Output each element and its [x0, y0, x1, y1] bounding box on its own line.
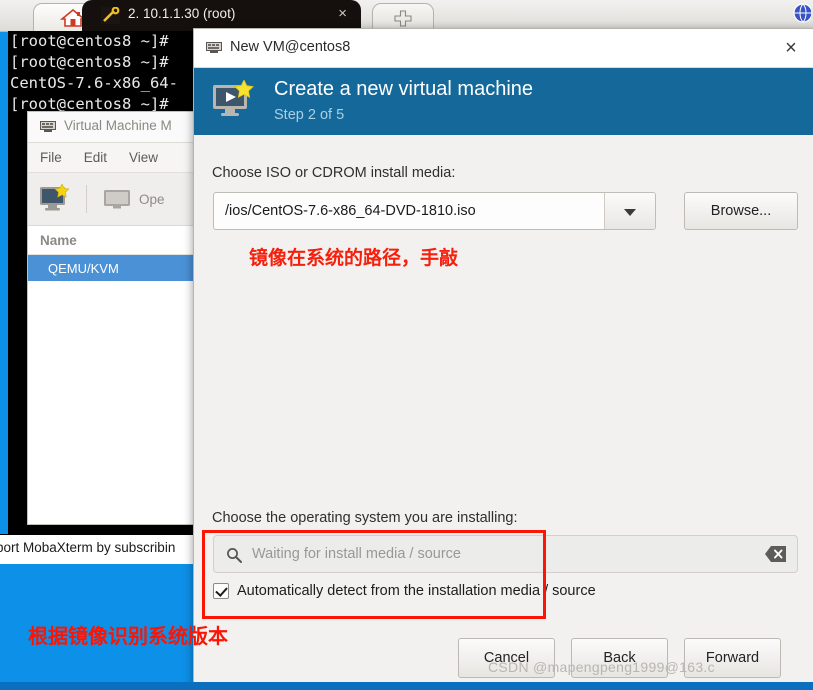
tab-add-session[interactable]	[372, 3, 434, 31]
menu-item-view[interactable]: View	[129, 150, 158, 165]
close-icon[interactable]: ×	[778, 35, 804, 61]
dialog-body: Choose ISO or CDROM install media: /ios/…	[194, 135, 813, 685]
auto-detect-label: Automatically detect from the installati…	[237, 583, 596, 599]
virt-manager-icon	[206, 42, 222, 53]
terminal-line: [root@centos8 ~]#	[10, 32, 169, 50]
virt-manager-window[interactable]: Virtual Machine M File Edit View Ope Nam…	[27, 111, 204, 525]
os-search-placeholder: Waiting for install media / source	[252, 546, 461, 562]
dialog-title: New VM@centos8	[230, 39, 351, 55]
virt-manager-titlebar: Virtual Machine M	[28, 112, 203, 143]
search-icon	[227, 548, 242, 563]
mobaxterm-status-text: port MobaXterm by subscribin	[0, 540, 176, 555]
dialog-banner: Create a new virtual machine Step 2 of 5	[194, 68, 813, 135]
clear-icon[interactable]	[765, 545, 787, 563]
os-label: Choose the operating system you are inst…	[212, 510, 518, 526]
virt-manager-icon	[40, 121, 56, 132]
iso-path-value: /ios/CentOS-7.6-x86_64-DVD-1810.iso	[225, 203, 476, 219]
new-vm-dialog[interactable]: New VM@centos8 × Create a new virtual ma…	[193, 28, 813, 686]
chevron-down-icon[interactable]	[604, 193, 655, 229]
watermark: CSDN @mapengpeng1999@163.c	[488, 659, 715, 675]
vm-list-body	[28, 281, 203, 524]
desktop-bottom-bar	[0, 682, 813, 690]
dialog-titlebar: New VM@centos8 ×	[194, 29, 813, 68]
mobaxterm-status-strip: port MobaXterm by subscribin	[0, 534, 197, 564]
os-search-input[interactable]: Waiting for install media / source	[213, 535, 798, 573]
iso-label: Choose ISO or CDROM install media:	[212, 165, 456, 181]
auto-detect-checkbox[interactable]: Automatically detect from the installati…	[213, 583, 596, 599]
dialog-button-row: Cancel Back Forward	[194, 630, 813, 685]
new-vm-icon[interactable]	[38, 184, 72, 214]
checkbox-box[interactable]	[213, 583, 229, 599]
vm-list-row[interactable]: QEMU/KVM	[28, 255, 203, 281]
tab-close-icon[interactable]: ×	[338, 4, 347, 24]
toolbar-open-label: Ope	[139, 191, 165, 207]
virt-manager-title: Virtual Machine M	[64, 118, 172, 133]
menu-item-file[interactable]: File	[40, 150, 62, 165]
menu-item-edit[interactable]: Edit	[84, 150, 107, 165]
tab-session[interactable]: 2. 10.1.1.30 (root) ×	[82, 0, 361, 31]
iso-path-combobox[interactable]: /ios/CentOS-7.6-x86_64-DVD-1810.iso	[213, 192, 656, 230]
key-icon	[101, 7, 120, 24]
tab-session-label: 2. 10.1.1.30 (root)	[128, 6, 236, 21]
terminal-line: [root@centos8 ~]#	[10, 53, 169, 71]
dialog-step: Step 2 of 5	[274, 107, 345, 123]
terminal-line: CentOS-7.6-x86_64-	[10, 74, 178, 92]
dialog-heading: Create a new virtual machine	[274, 78, 534, 100]
annotation-auto-detect: 根据镜像识别系统版本	[28, 624, 228, 648]
toolbar-separator	[86, 185, 87, 213]
vm-list-row-label: QEMU/KVM	[48, 260, 119, 276]
virt-manager-toolbar: Ope	[28, 173, 203, 226]
vm-list-column-header: Name	[28, 226, 203, 255]
plus-icon	[394, 10, 412, 27]
virt-manager-menubar: File Edit View	[28, 143, 203, 173]
globe-icon[interactable]	[789, 2, 811, 24]
browse-button[interactable]: Browse...	[684, 192, 798, 230]
column-header-name: Name	[40, 232, 77, 248]
new-vm-icon	[213, 80, 254, 116]
monitor-icon[interactable]	[103, 188, 131, 210]
annotation-iso-path: 镜像在系统的路径，手敲	[249, 247, 459, 269]
